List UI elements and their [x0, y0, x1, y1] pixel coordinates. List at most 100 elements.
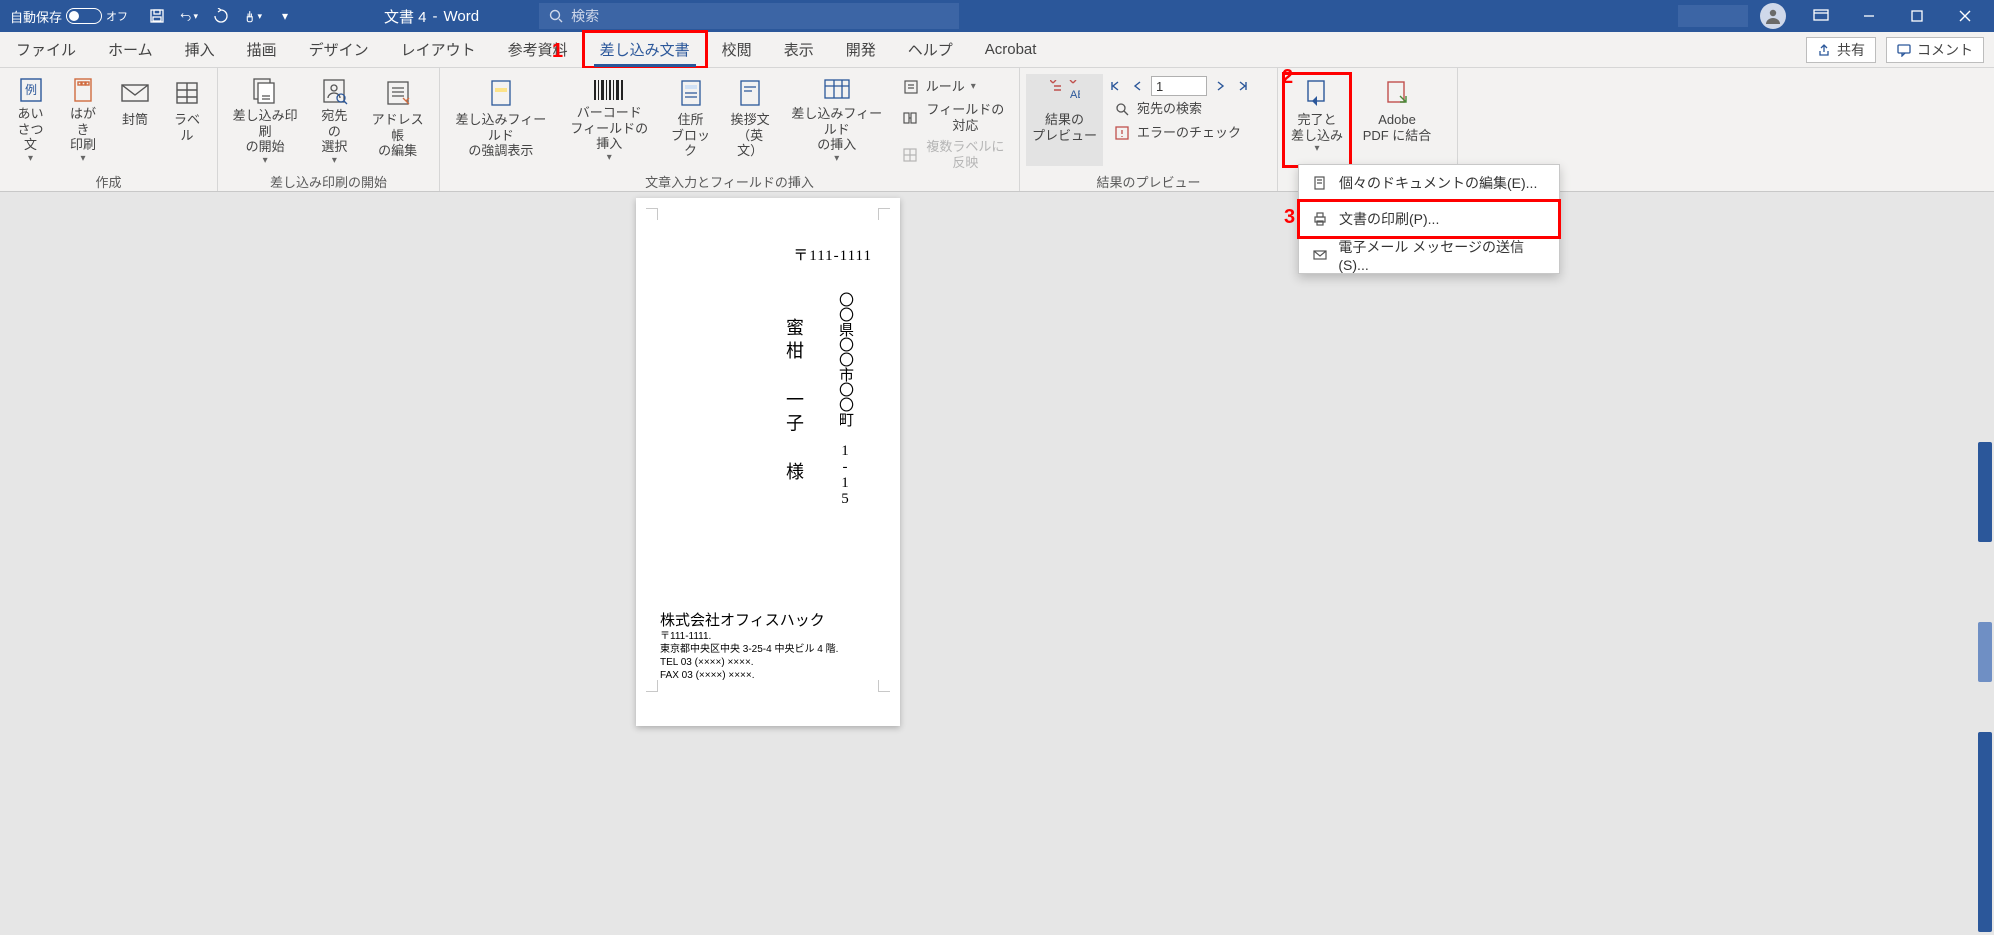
- edit-docs-icon: [1311, 174, 1329, 192]
- redo-icon[interactable]: [212, 7, 230, 25]
- ribbon: 例 あいさつ 文▾ はがき 印刷▾ 封筒 ラベル 作成 差し込み印刷 の開始▾: [0, 68, 1994, 192]
- greeting-button[interactable]: 例 あいさつ 文▾: [6, 74, 55, 166]
- tab-file[interactable]: ファイル: [0, 32, 92, 67]
- select-recipients-button[interactable]: 宛先の 選択▾: [310, 74, 358, 166]
- group-write-insert-label: 文章入力とフィールドの挿入: [440, 172, 1019, 191]
- corner-marker: [646, 208, 658, 220]
- user-avatar[interactable]: [1760, 3, 1786, 29]
- maximize-icon[interactable]: [1894, 0, 1940, 32]
- greeting-line-button[interactable]: 挨拶文 （英文）: [722, 74, 778, 166]
- insert-merge-field-button[interactable]: 差し込みフィールド の挿入▾: [782, 74, 892, 166]
- annotation-2: 2: [1282, 66, 1293, 89]
- group-start-merge: 差し込み印刷 の開始▾ 宛先の 選択▾ アドレス帳 の編集 差し込み印刷の開始: [218, 68, 440, 191]
- svg-text:ABC: ABC: [1070, 89, 1080, 101]
- annotation-1: 1: [552, 40, 563, 63]
- update-labels-icon: [902, 146, 918, 164]
- menu-send-email[interactable]: 電子メール メッセージの送信(S)...: [1299, 237, 1559, 273]
- ribbon-tabs: ファイル ホーム 挿入 描画 デザイン レイアウト 参考資料 差し込み文書 校閲…: [0, 32, 1994, 68]
- save-icon[interactable]: [148, 7, 166, 25]
- merge-to-pdf-button[interactable]: Adobe PDF に結合: [1354, 74, 1440, 166]
- scrollbar-thumb[interactable]: [1978, 732, 1992, 932]
- record-number-input[interactable]: [1151, 76, 1207, 96]
- error-check-icon: [1113, 124, 1131, 142]
- tab-home[interactable]: ホーム: [92, 32, 169, 67]
- match-icon: [902, 109, 918, 127]
- last-record-icon[interactable]: [1235, 78, 1251, 94]
- update-labels-button: 複数ラベルに反映: [896, 137, 1013, 172]
- scrollbar-thumb[interactable]: [1978, 442, 1992, 542]
- check-errors-button[interactable]: エラーのチェック: [1107, 122, 1267, 144]
- tab-draw[interactable]: 描画: [231, 32, 293, 67]
- match-fields-button[interactable]: フィールドの対応: [896, 100, 1013, 135]
- tab-view[interactable]: 表示: [768, 32, 830, 67]
- tab-developer[interactable]: 開発: [830, 32, 892, 67]
- next-record-icon[interactable]: [1213, 78, 1229, 94]
- menu-print-documents[interactable]: 文書の印刷(P)...: [1299, 201, 1559, 237]
- rules-button[interactable]: ルール▾: [896, 76, 1013, 98]
- tab-acrobat[interactable]: Acrobat: [969, 32, 1053, 67]
- tab-design[interactable]: デザイン: [293, 32, 385, 67]
- recipients-icon: [317, 76, 351, 106]
- titlebar: 自動保存 オフ ▾ ▾ ▾ 文書 4-Word 検索: [0, 0, 1994, 32]
- group-write-insert: 差し込みフィールド の強調表示 バーコード フィールドの挿入▾ 住所 ブロック …: [440, 68, 1020, 191]
- corner-marker: [646, 680, 658, 692]
- group-start-label: 差し込み印刷の開始: [218, 171, 439, 191]
- quick-access-toolbar: ▾ ▾ ▾: [148, 7, 294, 25]
- finish-merge-icon: [1300, 76, 1334, 110]
- edit-list-icon: [381, 76, 415, 110]
- highlight-fields-button[interactable]: 差し込みフィールド の強調表示: [446, 74, 556, 166]
- tab-references[interactable]: 参考資料: [492, 32, 584, 67]
- recipient-postal-code: 〒111-1111: [793, 244, 872, 265]
- barcode-icon: [592, 76, 626, 103]
- prev-record-icon[interactable]: [1129, 78, 1145, 94]
- undo-icon[interactable]: ▾: [180, 7, 198, 25]
- tab-mailings[interactable]: 差し込み文書: [584, 32, 706, 67]
- start-mail-merge-button[interactable]: 差し込み印刷 の開始▾: [224, 74, 306, 166]
- hagaki-button[interactable]: はがき 印刷▾: [59, 74, 107, 166]
- sender-fax: FAX 03 (××××) ××××.: [660, 669, 838, 682]
- menu-edit-individual-docs[interactable]: 個々のドキュメントの編集(E)...: [1299, 165, 1559, 201]
- recipient-name: 蜜柑 一子 様: [778, 318, 810, 498]
- pdf-icon: [1380, 76, 1414, 110]
- address-block-button[interactable]: 住所 ブロック: [663, 74, 719, 166]
- recipient-address: 〇〇県〇〇市〇〇町 1-15: [831, 292, 858, 512]
- document-canvas[interactable]: 〒111-1111 〇〇県〇〇市〇〇町 1-15 蜜柑 一子 様 株式会社オフィ…: [0, 192, 1994, 935]
- envelope-button[interactable]: 封筒: [111, 74, 159, 166]
- close-icon[interactable]: [1942, 0, 1988, 32]
- signin-placeholder[interactable]: [1678, 5, 1748, 27]
- find-recipient-button[interactable]: 宛先の検索: [1107, 98, 1267, 120]
- scrollbar-thumb[interactable]: [1978, 622, 1992, 682]
- tab-layout[interactable]: レイアウト: [385, 32, 492, 67]
- autosave-toggle[interactable]: 自動保存 オフ: [10, 7, 128, 26]
- share-button[interactable]: 共有: [1806, 37, 1876, 63]
- tab-insert[interactable]: 挿入: [169, 32, 231, 67]
- envelope-page[interactable]: 〒111-1111 〇〇県〇〇市〇〇町 1-15 蜜柑 一子 様 株式会社オフィ…: [636, 198, 900, 726]
- insert-field-icon: [820, 76, 854, 104]
- tab-review[interactable]: 校閲: [706, 32, 768, 67]
- minimize-icon[interactable]: [1846, 0, 1892, 32]
- record-navigator: [1107, 76, 1267, 96]
- label-button[interactable]: ラベル: [163, 74, 211, 166]
- preview-results-button[interactable]: ABC 結果の プレビュー: [1026, 74, 1103, 166]
- edit-recipient-list-button[interactable]: アドレス帳 の編集: [362, 74, 433, 166]
- label-icon: [170, 76, 204, 110]
- finish-and-merge-button[interactable]: 完了と 差し込み▾: [1284, 74, 1350, 166]
- first-record-icon[interactable]: [1107, 78, 1123, 94]
- titlebar-left: 自動保存 オフ ▾ ▾ ▾: [0, 7, 294, 26]
- barcode-field-button[interactable]: バーコード フィールドの挿入▾: [560, 74, 659, 166]
- print-icon: [1311, 210, 1329, 228]
- ribbon-display-icon[interactable]: [1798, 0, 1844, 32]
- group-create: 例 あいさつ 文▾ はがき 印刷▾ 封筒 ラベル 作成: [0, 68, 218, 191]
- qat-customize-icon[interactable]: ▾: [276, 7, 294, 25]
- search-box[interactable]: 検索: [539, 3, 959, 29]
- touch-icon[interactable]: ▾: [244, 7, 262, 25]
- email-icon: [1311, 246, 1328, 264]
- sender-tel: TEL 03 (××××) ××××.: [660, 656, 838, 669]
- comment-button[interactable]: コメント: [1886, 37, 1984, 63]
- tab-help[interactable]: ヘルプ: [892, 32, 969, 67]
- search-placeholder: 検索: [571, 6, 599, 26]
- document-title: 文書 4-Word: [384, 6, 479, 27]
- sender-postal: 〒111-1111.: [660, 630, 838, 643]
- group-create-label: 作成: [0, 171, 217, 191]
- group-preview-results: ABC 結果の プレビュー 宛先の検索 エラーのチェック: [1020, 68, 1278, 191]
